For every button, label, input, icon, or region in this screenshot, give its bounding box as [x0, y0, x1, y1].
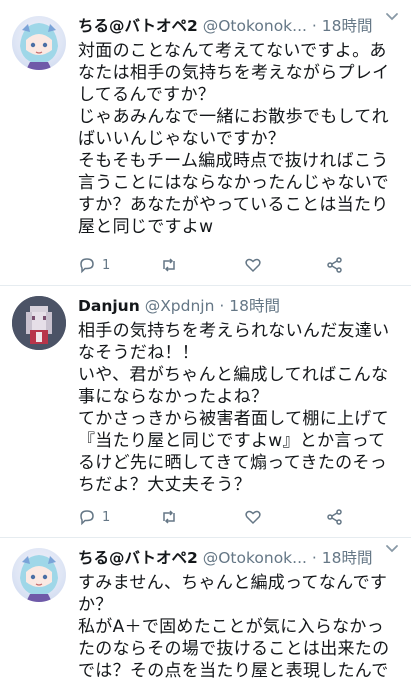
- display-name[interactable]: ちる@バトオペ2: [78, 17, 198, 35]
- like-icon: [245, 510, 261, 525]
- chevron-down-icon[interactable]: [385, 10, 399, 24]
- share-icon: [327, 509, 342, 525]
- tweet-actions: 1: [78, 508, 371, 530]
- avatar[interactable]: [12, 296, 66, 350]
- share-button[interactable]: [326, 508, 344, 526]
- display-name[interactable]: Danjun: [78, 297, 140, 315]
- avatar-image: [12, 296, 66, 350]
- user-handle[interactable]: @Otokonok...: [203, 549, 307, 567]
- reply-icon: [80, 258, 94, 274]
- separator-dot: ·: [311, 549, 317, 567]
- tweet-actions: 1: [78, 256, 371, 278]
- like-button[interactable]: [244, 256, 262, 274]
- avatar[interactable]: [12, 16, 66, 70]
- avatar[interactable]: [12, 548, 66, 602]
- retweet-button[interactable]: [160, 508, 178, 526]
- tweet-text: 対面のことなんて考えてないですよ。あなたは相手の気持ちを考えながらプレイしてるん…: [78, 41, 390, 237]
- separator-dot: ·: [311, 17, 317, 35]
- timestamp[interactable]: 18時間: [322, 17, 373, 35]
- avatar-image: [20, 23, 58, 70]
- tweet-text: すみません、ちゃんと編成ってなんですか？ 私がA＋で固めたことが気に入らなかった…: [78, 573, 390, 680]
- reply-count: 1: [102, 257, 111, 273]
- tweet[interactable]: ちる@バトオペ2 @Otokonok... · 18時間 すみません、ちゃんと編…: [0, 538, 411, 680]
- timestamp[interactable]: 18時間: [322, 549, 373, 567]
- like-icon: [245, 258, 261, 273]
- timestamp[interactable]: 18時間: [229, 297, 280, 315]
- like-button[interactable]: [244, 508, 262, 526]
- retweet-icon: [163, 258, 175, 272]
- reply-button[interactable]: 1: [78, 508, 110, 526]
- tweet[interactable]: Danjun @Xpdnjn · 18時間 相手の気持ちを考えられないんだ友達い…: [0, 286, 411, 538]
- user-handle[interactable]: @Xpdnjn: [145, 297, 215, 315]
- separator-dot: ·: [219, 297, 225, 315]
- reply-icon: [80, 510, 94, 526]
- avatar-image: [20, 555, 58, 602]
- chevron-down-icon[interactable]: [385, 542, 399, 556]
- reply-count: 1: [102, 509, 111, 525]
- user-handle[interactable]: @Otokonok...: [203, 17, 307, 35]
- share-icon: [327, 257, 342, 273]
- retweet-icon: [163, 510, 175, 524]
- reply-button[interactable]: 1: [78, 256, 110, 274]
- tweet-text: 相手の気持ちを考えられないんだ友達いなそうだね！！ いや、君がちゃんと編成してれ…: [78, 321, 390, 495]
- display-name[interactable]: ちる@バトオペ2: [78, 549, 198, 567]
- retweet-button[interactable]: [160, 256, 178, 274]
- tweet[interactable]: ちる@バトオペ2 @Otokonok... · 18時間 対面のことなんて考えて…: [0, 0, 411, 286]
- share-button[interactable]: [326, 256, 344, 274]
